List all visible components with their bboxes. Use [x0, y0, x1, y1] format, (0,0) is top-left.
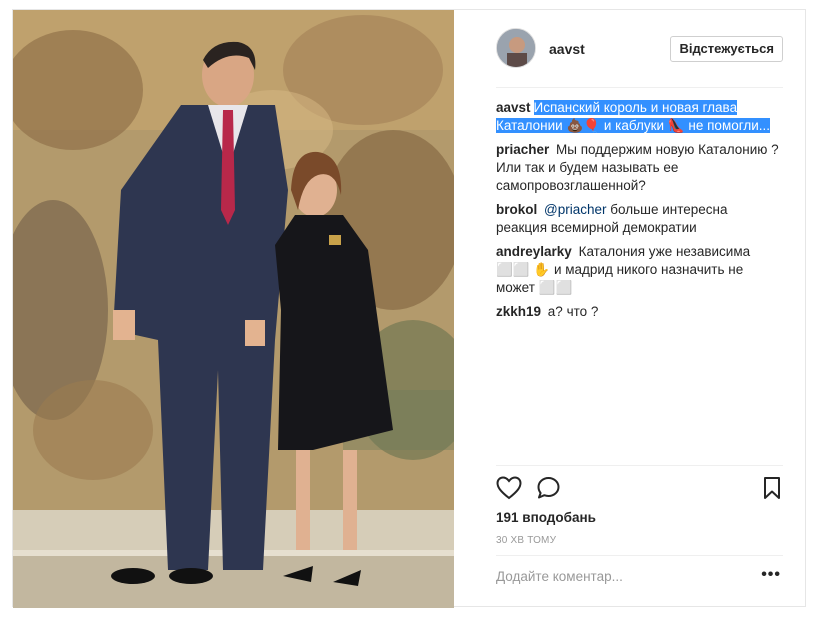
following-button[interactable]: Відстежується — [670, 36, 783, 62]
comment-icon[interactable] — [536, 476, 562, 505]
comment-emoji: ✋ — [533, 262, 551, 277]
post-photo[interactable] — [13, 10, 454, 608]
comment-username[interactable]: brokol — [496, 202, 537, 217]
caption-username[interactable]: aavst — [496, 100, 531, 115]
post-header: aavst Відстежується — [496, 28, 783, 72]
list-item: zkkh19 а? что ? — [496, 303, 781, 321]
post-sidebar: aavst Відстежується aavst Испанский корол… — [454, 10, 805, 606]
divider — [496, 87, 783, 88]
more-options-icon[interactable]: ••• — [761, 566, 781, 584]
post-card: aavst Відстежується aavst Испанский корол… — [12, 9, 806, 608]
post-username[interactable]: aavst — [549, 41, 585, 57]
avatar[interactable] — [496, 28, 536, 68]
caption-emoji-1: 💩🎈 — [566, 118, 601, 133]
list-item: brokol @priacher больше интересна реакци… — [496, 201, 781, 237]
comment-text: а? что ? — [547, 304, 599, 319]
caption-text-part-2: и каблуки — [603, 118, 665, 133]
action-bar — [496, 474, 783, 504]
caption: aavst Испанский король и новая глава Ката… — [496, 99, 781, 135]
list-item: andreylarky Каталония уже независима ⬜⬜ … — [496, 243, 781, 297]
comment-username[interactable]: andreylarky — [496, 244, 572, 259]
caption-text-part-3: не помогли... — [688, 118, 771, 133]
heart-icon[interactable] — [496, 476, 522, 505]
photo-image — [13, 10, 454, 608]
caption-emoji-2: 👠 — [667, 118, 685, 133]
likes-count[interactable]: 191 вподобань — [496, 510, 596, 525]
comment-mention-link[interactable]: @priacher — [544, 202, 606, 217]
comment-list: aavst Испанский король и новая глава Ката… — [496, 99, 781, 327]
post-timestamp[interactable]: 30 ХВ ТОМУ — [496, 535, 556, 546]
list-item: priacher Мы поддержим новую Каталонию ? … — [496, 141, 781, 195]
caption-text: Испанский король и новая глава Каталонии… — [496, 100, 771, 133]
bookmark-icon[interactable] — [763, 476, 781, 505]
divider — [496, 555, 783, 556]
add-comment-input[interactable] — [496, 569, 716, 584]
comment-username[interactable]: priacher — [496, 142, 549, 157]
divider — [496, 465, 783, 466]
comment-username[interactable]: zkkh19 — [496, 304, 541, 319]
